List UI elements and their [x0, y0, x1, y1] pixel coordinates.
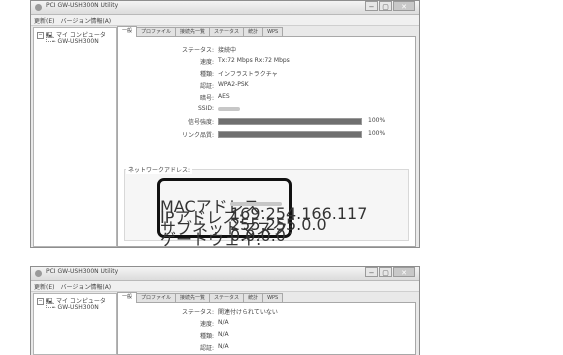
- gateway-label: ゲートウェイ:: [160, 230, 262, 249]
- window-title: PCI GW-USH300N Utility: [46, 268, 119, 275]
- link-quality-bar: [218, 131, 362, 138]
- status-label: ステータス:: [181, 47, 214, 54]
- type-value: インフラストラクチャ: [218, 71, 278, 78]
- close-button[interactable]: ✕: [393, 1, 415, 11]
- tab-general[interactable]: 一般: [117, 26, 138, 37]
- network-address-heading: ネットワークアドレス:: [126, 165, 193, 174]
- menu-refresh[interactable]: 更新(E): [34, 282, 54, 291]
- type-label: 種類:: [199, 71, 214, 78]
- tree-child-label: GW-USH300N: [57, 38, 99, 45]
- gateway-value: 0.0.0.0: [230, 226, 286, 245]
- maximize-button[interactable]: ▢: [379, 267, 392, 277]
- type-value: N/A: [218, 331, 229, 338]
- app-icon: [35, 4, 42, 11]
- status-label: ステータス:: [181, 309, 214, 316]
- type-label: 種類:: [199, 333, 214, 340]
- ssid-label: SSID:: [197, 105, 214, 112]
- device-tree: − 🖳 マイ コンピュータ ⌁ GW-USH300N: [33, 293, 117, 355]
- tree-item-adapter[interactable]: ⌁ GW-USH300N: [52, 304, 99, 311]
- auth-value: WPA2-PSK: [218, 81, 249, 88]
- device-tree: − 🖳 マイ コンピュータ ⌁ GW-USH300N: [33, 27, 117, 247]
- auth-label: 認証:: [199, 83, 214, 90]
- menu-version-info[interactable]: バージョン情報(A): [60, 16, 111, 25]
- encryption-label: 暗号:: [199, 95, 214, 102]
- encryption-value: AES: [218, 93, 230, 100]
- adapter-icon: ⌁: [52, 38, 56, 45]
- tab-general[interactable]: 一般: [117, 292, 138, 303]
- minimize-button[interactable]: −: [365, 267, 378, 277]
- ssid-value-redacted: [218, 105, 240, 112]
- auth-label: 認証:: [199, 345, 214, 352]
- window-title: PCI GW-USH300N Utility: [46, 2, 119, 9]
- signal-strength-percent: 100%: [368, 117, 386, 124]
- general-panel: ステータス: 関連付けられていない 速度: N/A 種類: N/A 認証: N/…: [117, 302, 416, 355]
- collapse-icon[interactable]: −: [37, 298, 44, 305]
- tree-item-adapter[interactable]: ⌁ GW-USH300N: [52, 38, 99, 45]
- close-button[interactable]: ✕: [393, 267, 415, 277]
- menu-refresh[interactable]: 更新(E): [34, 16, 54, 25]
- utility-window-disconnected: PCI GW-USH300N Utility − ▢ ✕ 更新(E) バージョン…: [30, 266, 420, 355]
- speed-value: Tx:72 Mbps Rx:72 Mbps: [218, 57, 290, 64]
- signal-strength-label: 信号強度:: [187, 119, 214, 126]
- status-value: 関連付けられていない: [218, 309, 278, 316]
- menu-bar: 更新(E) バージョン情報(A): [31, 281, 419, 292]
- maximize-button[interactable]: ▢: [379, 1, 392, 11]
- auth-value: N/A: [218, 343, 229, 350]
- link-quality-label: リンク品質:: [181, 132, 214, 139]
- address-highlight-callout: MACアドレス: IPアドレス: 169.254.166.117 サブネットマス…: [157, 178, 367, 249]
- menu-version-info[interactable]: バージョン情報(A): [60, 282, 111, 291]
- speed-label: 速度:: [199, 59, 214, 66]
- status-value: 接続中: [218, 47, 237, 54]
- collapse-icon[interactable]: −: [37, 32, 44, 39]
- signal-strength-bar: [218, 118, 362, 125]
- title-bar: PCI GW-USH300N Utility − ▢ ✕: [31, 267, 419, 281]
- tree-child-label: GW-USH300N: [57, 304, 99, 311]
- minimize-button[interactable]: −: [365, 1, 378, 11]
- link-quality-percent: 100%: [368, 130, 386, 137]
- speed-label: 速度:: [199, 321, 214, 328]
- menu-bar: 更新(E) バージョン情報(A): [31, 15, 419, 26]
- app-icon: [35, 270, 42, 277]
- speed-value: N/A: [218, 319, 229, 326]
- adapter-icon: ⌁: [52, 304, 56, 311]
- title-bar: PCI GW-USH300N Utility − ▢ ✕: [31, 1, 419, 15]
